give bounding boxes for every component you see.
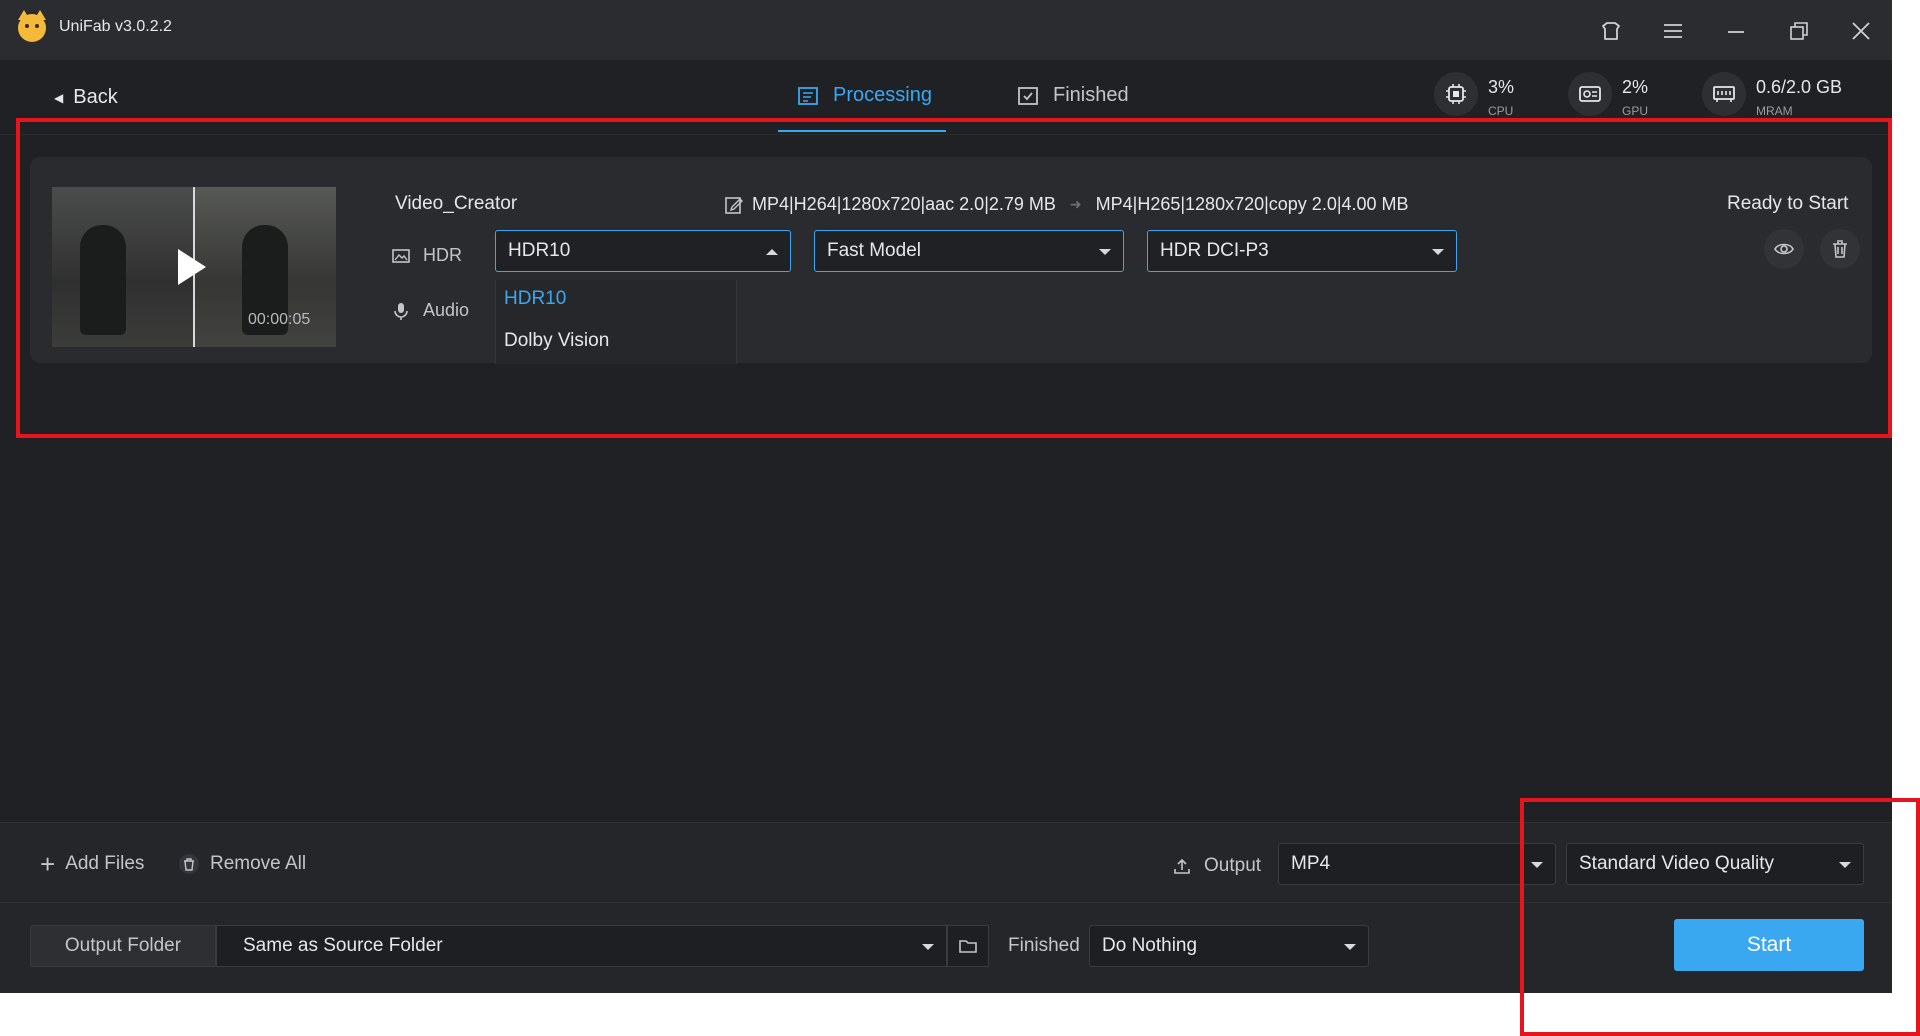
delete-button[interactable] (1820, 229, 1860, 269)
gpu-icon (1568, 72, 1612, 116)
arrow-right-icon: ➜ (1069, 196, 1082, 212)
eye-icon (1774, 243, 1794, 255)
chevron-down-icon (1531, 862, 1543, 868)
quality-value: Standard Video Quality (1579, 853, 1775, 874)
processing-icon (798, 86, 818, 105)
back-label: Back (73, 86, 118, 108)
chevron-down-icon (1344, 944, 1356, 950)
app-title: UniFab v3.0.2.2 (59, 18, 172, 35)
shop-icon[interactable] (1598, 18, 1624, 44)
add-files-button[interactable]: + Add Files (40, 849, 145, 879)
tab-finished[interactable]: Finished (1017, 84, 1129, 107)
chevron-down-icon (922, 944, 934, 950)
top-navigation: ◀ Back Processing Finished 3% CPU 2% GPU… (0, 60, 1892, 135)
finished-action-value: Do Nothing (1102, 935, 1198, 956)
chevron-down-icon (1432, 249, 1444, 255)
restore-icon[interactable] (1786, 18, 1812, 44)
preview-button[interactable] (1764, 229, 1804, 269)
image-icon (392, 248, 410, 263)
output-label-text: Output (1204, 855, 1262, 876)
tab-label: Finished (1053, 84, 1129, 106)
upload-icon (1174, 858, 1190, 874)
task-card: 00:00:05 Video_Creator HDR Audio MP4|H26… (30, 157, 1872, 364)
close-icon[interactable] (1848, 18, 1874, 44)
conversion-info: MP4|H264|1280x720|aac 2.0|2.79 MB ➜ MP4|… (724, 194, 1409, 215)
title-bar: UniFab v3.0.2.2 (0, 0, 1892, 60)
active-tab-indicator (778, 130, 946, 132)
chevron-down-icon (1839, 862, 1851, 868)
cpu-stat: 3% CPU (1434, 72, 1514, 118)
start-button[interactable]: Start (1674, 919, 1864, 971)
hdr-label: HDR (423, 245, 462, 265)
trash-icon (1833, 240, 1847, 258)
remove-all-label: Remove All (210, 853, 307, 874)
chevron-left-icon: ◀ (54, 90, 64, 105)
hdr-option-dolby-vision[interactable]: Dolby Vision (504, 330, 609, 352)
hdr-select[interactable]: HDR10 (495, 230, 791, 272)
output-label: Output (1172, 855, 1261, 877)
cpu-icon (1434, 72, 1478, 116)
output-folder-select[interactable]: Same as Source Folder (216, 925, 947, 967)
finished-icon (1018, 86, 1038, 105)
bottom-bar: + Add Files Remove All Output MP4 Standa… (0, 822, 1892, 993)
tab-label: Processing (833, 84, 932, 106)
folder-icon (959, 940, 977, 953)
edit-icon[interactable] (724, 195, 744, 215)
hdr-option-hdr10[interactable]: HDR10 (504, 288, 566, 310)
back-button[interactable]: ◀ Back (54, 86, 118, 109)
gpu-value: 2% (1622, 77, 1649, 97)
cpu-value: 3% (1488, 77, 1515, 97)
hdr-select-value: HDR10 (508, 240, 571, 261)
color-select[interactable]: HDR DCI-P3 (1147, 230, 1457, 272)
trash-icon (179, 854, 199, 874)
memory-value: 0.6/2.0 GB (1756, 77, 1843, 97)
play-icon[interactable] (178, 249, 206, 285)
browse-folder-button[interactable] (947, 925, 989, 967)
audio-label: Audio (423, 300, 470, 320)
chevron-up-icon (766, 249, 778, 255)
add-files-label: Add Files (65, 853, 145, 874)
hdr-row-label: HDR (391, 245, 462, 266)
app-logo-icon (18, 10, 46, 42)
output-folder-value: Same as Source Folder (243, 935, 443, 956)
app-window: UniFab v3.0.2.2 ◀ Back Processing Finish (0, 0, 1892, 993)
source-info: MP4|H264|1280x720|aac 2.0|2.79 MB (752, 194, 1056, 214)
finished-action-select[interactable]: Do Nothing (1089, 925, 1369, 967)
video-duration: 00:00:05 (248, 311, 311, 328)
gpu-stat: 2% GPU (1568, 72, 1648, 118)
memory-stat: 0.6/2.0 GB MRAM (1702, 72, 1842, 118)
menu-icon[interactable] (1660, 18, 1686, 44)
chevron-down-icon (1099, 249, 1111, 255)
task-status: Ready to Start (1727, 193, 1849, 214)
minimize-icon[interactable] (1723, 18, 1749, 44)
output-folder-label: Output Folder (30, 925, 216, 967)
video-thumbnail[interactable]: 00:00:05 (52, 187, 336, 347)
gpu-label: GPU (1622, 104, 1649, 118)
output-format-value: MP4 (1291, 853, 1331, 874)
output-format-select[interactable]: MP4 (1278, 843, 1556, 885)
remove-all-button[interactable]: Remove All (178, 853, 306, 875)
color-select-value: HDR DCI-P3 (1160, 240, 1269, 261)
cpu-label: CPU (1488, 104, 1514, 118)
plus-icon: + (40, 849, 56, 879)
tab-processing[interactable]: Processing (797, 84, 932, 107)
divider (0, 902, 1892, 903)
target-info: MP4|H265|1280x720|copy 2.0|4.00 MB (1095, 194, 1409, 214)
model-select[interactable]: Fast Model (814, 230, 1124, 272)
microphone-icon (394, 302, 408, 320)
hdr-dropdown-menu: HDR10 Dolby Vision (495, 280, 737, 364)
audio-row-label: Audio (391, 300, 469, 321)
model-select-value: Fast Model (827, 240, 921, 261)
memory-icon (1702, 72, 1746, 116)
quality-select[interactable]: Standard Video Quality (1566, 843, 1864, 885)
finished-label: Finished (1008, 935, 1080, 956)
video-name: Video_Creator (395, 193, 518, 214)
memory-label: MRAM (1756, 104, 1793, 118)
